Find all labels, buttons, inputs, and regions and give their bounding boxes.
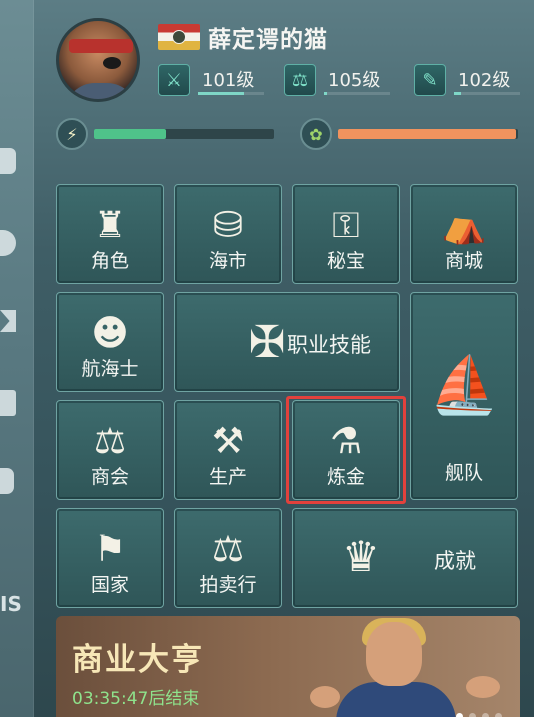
menu-sailor-button[interactable]: ☻ 航海士	[56, 292, 164, 392]
nation-flag-icon	[158, 24, 200, 50]
menu-skills-button[interactable]: ✠ 职业技能	[174, 292, 400, 392]
pagination-dot	[495, 713, 502, 717]
menu-achievement-button[interactable]: ♛ 成就	[292, 508, 518, 608]
menu-fleet-label: 舰队	[444, 462, 483, 484]
trophy-icon: ♛	[342, 532, 380, 581]
lightning-icon: ⚡	[56, 118, 88, 150]
notebook-icon[interactable]	[0, 390, 16, 416]
menu-role-label: 角色	[90, 250, 129, 272]
gavel-icon: ⚖	[211, 529, 245, 570]
event-title: 商业大亨	[72, 642, 204, 678]
combat-level-progress	[198, 92, 245, 95]
scales-icon: ⚖	[284, 64, 316, 96]
mail-icon[interactable]	[0, 310, 16, 332]
pagination-dot	[469, 713, 476, 717]
scales-banner-icon: ⚖	[93, 421, 127, 462]
pagination-dot-active	[456, 713, 463, 717]
menu-guild-label: 商会	[90, 466, 129, 488]
event-banner[interactable]: 商业大亨 03:35:47后结束	[56, 616, 520, 717]
flag-icon: ⚑	[93, 529, 127, 570]
galleon-icon: ⛵	[429, 353, 499, 418]
menu-guild-button[interactable]: ⚖ 商会	[56, 400, 164, 500]
menu-sailor-label: 航海士	[81, 358, 139, 380]
menu-nation-button[interactable]: ⚑ 国家	[56, 508, 164, 608]
menu-treasure-label: 秘宝	[326, 250, 365, 272]
menu-role-button[interactable]: ♜ 角色	[56, 184, 164, 284]
menu-alchemy-label: 炼金	[326, 466, 365, 488]
gear-icon[interactable]	[0, 468, 14, 494]
merchant-portrait	[306, 616, 506, 717]
menu-production-button[interactable]: ⚒ 生产	[174, 400, 282, 500]
trade-level-text: 105级	[328, 70, 381, 91]
energy-fill	[94, 129, 166, 139]
combat-level-text: 101级	[202, 70, 255, 91]
sailor-head-icon: ☻	[91, 313, 129, 354]
player-name: 薛定谔的猫	[208, 27, 328, 53]
menu-nation-label: 国家	[90, 574, 129, 596]
side-rail: IS	[0, 0, 34, 717]
menu-fleet-button[interactable]: ⛵ 舰队	[410, 292, 518, 500]
menu-auction-button[interactable]: ⚖ 拍卖行	[174, 508, 282, 608]
player-avatar[interactable]	[56, 18, 140, 102]
spyglass-icon: ✎	[414, 64, 446, 96]
menu-alchemy-button[interactable]: ⚗ 炼金	[292, 400, 400, 500]
food-fill	[338, 129, 517, 139]
pagination-dot	[482, 713, 489, 717]
banner-pagination[interactable]	[456, 713, 502, 717]
menu-sea-market-label: 海市	[208, 250, 247, 272]
event-timer: 03:35:47后结束	[72, 689, 200, 709]
menu-skills-label: 职业技能	[287, 333, 371, 357]
menu-mall-button[interactable]: ⛺ 商城	[410, 184, 518, 284]
menu-sea-market-button[interactable]: ⛁ 海市	[174, 184, 282, 284]
camera-icon[interactable]	[0, 148, 16, 174]
menu-treasure-button[interactable]: ⚿ 秘宝	[292, 184, 400, 284]
coin-stack-icon: ⛁	[212, 205, 244, 246]
menu-mall-label: 商城	[444, 250, 483, 272]
main-panel: 薛定谔的猫 ⚔ 101级 ⚖ 105级 ✎ 102级 ⚡ ✿ ♜ 角色 ⛁ 海市…	[34, 0, 534, 717]
food-icon: ✿	[300, 118, 332, 150]
captain-bust-icon: ♜	[93, 205, 127, 246]
menu-auction-label: 拍卖行	[199, 574, 257, 596]
explore-level-text: 102级	[458, 70, 511, 91]
mortar-pestle-icon: ⚗	[329, 421, 363, 462]
trade-level-progress	[324, 92, 328, 95]
crossed-swords-icon: ⚔	[158, 64, 190, 96]
shop-stall-icon: ⛺	[441, 205, 487, 246]
rail-partial-label: IS	[0, 592, 22, 616]
menu-production-label: 生产	[208, 466, 247, 488]
menu-achievement-label: 成就	[434, 549, 476, 573]
anvil-icon: ⚒	[211, 421, 245, 462]
key-plaque-icon: ⚿	[332, 205, 360, 246]
person-icon[interactable]	[0, 230, 16, 256]
explore-level-progress	[454, 92, 461, 95]
